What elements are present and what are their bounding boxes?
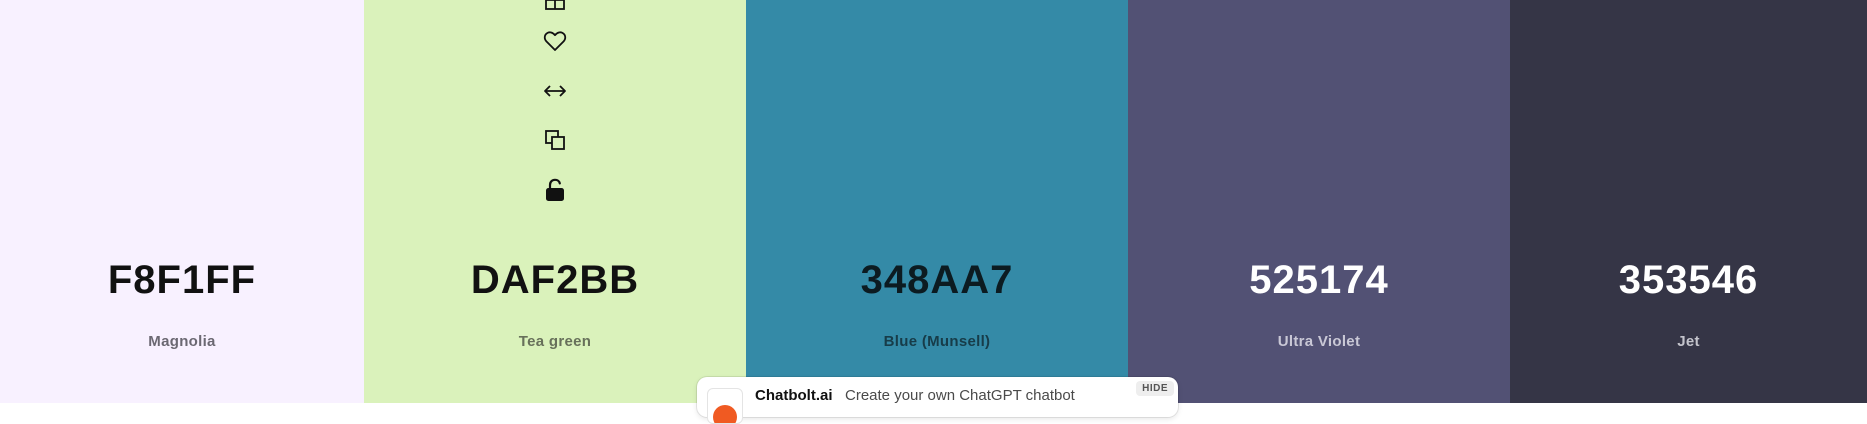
color-swatch-jet[interactable]: 353546 Jet bbox=[1510, 0, 1867, 403]
ad-brand[interactable]: Chatbolt.ai bbox=[755, 387, 833, 404]
color-swatch-ultra-violet[interactable]: 525174 Ultra Violet bbox=[1128, 0, 1510, 403]
drag-arrows-icon bbox=[544, 85, 566, 97]
color-swatch-magnolia[interactable]: F8F1FF Magnolia bbox=[0, 0, 364, 403]
hex-code[interactable]: 348AA7 bbox=[746, 258, 1128, 303]
hex-code[interactable]: 353546 bbox=[1510, 258, 1867, 303]
view-shades-icon bbox=[545, 0, 565, 10]
chatbolt-logo-icon bbox=[707, 388, 743, 424]
view-shades-button[interactable] bbox=[541, 0, 569, 14]
heart-icon bbox=[543, 31, 567, 51]
lock-color-button[interactable] bbox=[541, 176, 569, 204]
unlock-icon bbox=[546, 178, 564, 201]
color-swatch-tea-green[interactable]: DAF2BB Tea green bbox=[364, 0, 746, 403]
color-name[interactable]: Ultra Violet bbox=[1128, 333, 1510, 350]
color-swatch-blue-munsell[interactable]: 348AA7 Blue (Munsell) bbox=[746, 0, 1128, 403]
hex-code[interactable]: F8F1FF bbox=[0, 258, 364, 303]
color-palette: F8F1FF Magnolia DAF2BB Tea green 348AA7 … bbox=[0, 0, 1867, 403]
hide-ad-button[interactable]: HIDE bbox=[1136, 381, 1174, 396]
copy-hex-button[interactable] bbox=[541, 126, 569, 154]
color-name[interactable]: Magnolia bbox=[0, 333, 364, 350]
hex-code[interactable]: 525174 bbox=[1128, 258, 1510, 303]
color-name[interactable]: Jet bbox=[1510, 333, 1867, 350]
copy-icon bbox=[545, 130, 565, 150]
hex-code[interactable]: DAF2BB bbox=[364, 258, 746, 303]
color-name[interactable]: Tea green bbox=[364, 333, 746, 350]
color-name[interactable]: Blue (Munsell) bbox=[746, 333, 1128, 350]
sponsor-ad-banner[interactable]: Chatbolt.ai Create your own ChatGPT chat… bbox=[697, 377, 1178, 424]
drag-button[interactable] bbox=[541, 77, 569, 105]
ad-text[interactable]: Create your own ChatGPT chatbot bbox=[845, 387, 1075, 404]
chatbolt-logo-mark bbox=[713, 405, 737, 423]
save-favorite-button[interactable] bbox=[541, 27, 569, 55]
